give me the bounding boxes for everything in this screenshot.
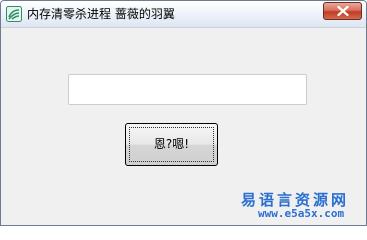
app-icon[interactable] <box>6 6 22 22</box>
window-title: 内存清零杀进程 蔷薇的羽翼 <box>27 7 175 21</box>
close-icon <box>337 6 349 16</box>
title-bar[interactable]: 内存清零杀进程 蔷薇的羽翼 <box>1 1 366 28</box>
app-window: 内存清零杀进程 蔷薇的羽翼 恩?嗯! 易语言资源网 www.e5a5x.com <box>0 0 367 226</box>
text-input[interactable] <box>68 74 307 105</box>
watermark-url: www.e5a5x.com <box>258 207 345 220</box>
confirm-button[interactable]: 恩?嗯! <box>125 123 218 166</box>
client-area: 恩?嗯! 易语言资源网 www.e5a5x.com <box>1 28 366 225</box>
confirm-button-label: 恩?嗯! <box>153 137 190 151</box>
close-button[interactable] <box>323 2 362 20</box>
